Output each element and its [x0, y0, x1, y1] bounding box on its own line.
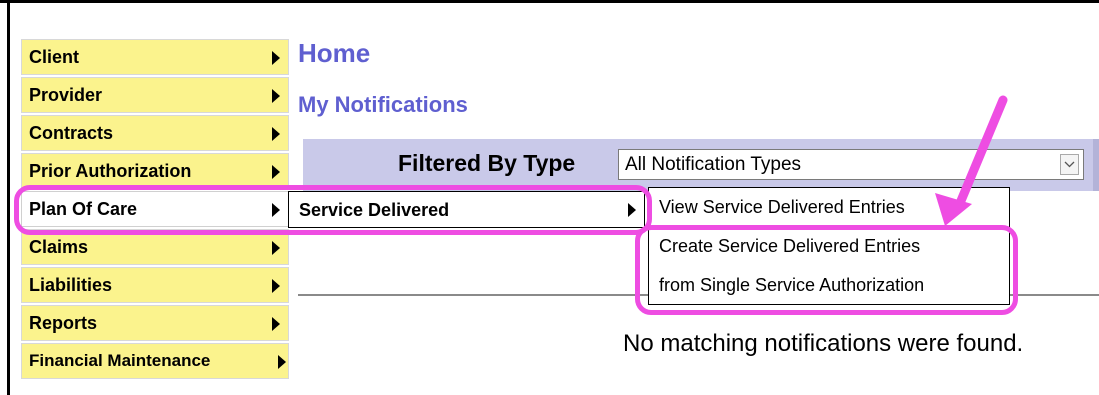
nav-item-label: Reports [29, 313, 98, 333]
nav-item-label: Contracts [29, 123, 114, 143]
caret-right-icon [272, 89, 280, 103]
nav-item-claims[interactable]: Claims [21, 229, 289, 265]
caret-right-icon [272, 127, 280, 141]
chevron-down-icon[interactable] [1060, 154, 1079, 175]
nav-item-label: Claims [29, 237, 89, 257]
caret-right-icon [272, 51, 280, 65]
nav-item-plan-of-care[interactable]: Plan Of Care [21, 191, 289, 227]
notification-type-select[interactable]: All Notification Types [618, 149, 1084, 180]
nav-item-financial-maintenance[interactable]: Financial Maintenance [21, 343, 289, 379]
filter-bar: Filtered By Type All Notification Types [303, 139, 1099, 191]
service-delivered-flyout: View Service Delivered Entries Create Se… [648, 187, 1010, 305]
caret-right-icon [272, 165, 280, 179]
submenu-label: Service Delivered [299, 200, 450, 220]
screenshot-frame-left [7, 0, 10, 395]
nav-item-provider[interactable]: Provider [21, 77, 289, 113]
caret-right-icon [272, 317, 280, 331]
menu-item-view-service-delivered[interactable]: View Service Delivered Entries [659, 197, 905, 218]
nav-item-client[interactable]: Client [21, 39, 289, 75]
nav-item-label: Provider [29, 85, 103, 105]
menu-item-from-single-authorization[interactable]: from Single Service Authorization [659, 275, 924, 296]
caret-right-icon [272, 279, 280, 293]
nav-item-label: Client [29, 47, 80, 67]
filter-bar-edge [1093, 139, 1099, 191]
nav-item-reports[interactable]: Reports [21, 305, 289, 341]
caret-right-icon [628, 203, 636, 217]
select-value: All Notification Types [625, 154, 802, 175]
nav-item-label: Financial Maintenance [29, 351, 211, 370]
menu-item-create-service-delivered[interactable]: Create Service Delivered Entries [659, 236, 920, 257]
nav-item-label: Liabilities [29, 275, 113, 295]
left-nav-menu: Client Provider Contracts Prior Authoriz… [21, 39, 289, 381]
nav-item-contracts[interactable]: Contracts [21, 115, 289, 151]
page-title: Home [298, 38, 371, 68]
nav-item-label: Plan Of Care [29, 199, 138, 219]
caret-right-icon [272, 203, 280, 217]
nav-item-label: Prior Authorization [29, 161, 192, 181]
screenshot-frame-top [0, 0, 1099, 3]
caret-right-icon [272, 241, 280, 255]
nav-item-prior-authorization[interactable]: Prior Authorization [21, 153, 289, 189]
nav-item-liabilities[interactable]: Liabilities [21, 267, 289, 303]
filter-label: Filtered By Type [398, 150, 576, 176]
caret-right-icon [278, 355, 286, 369]
section-title: My Notifications [298, 92, 468, 117]
submenu-service-delivered[interactable]: Service Delivered [288, 191, 645, 228]
empty-state-message: No matching notifications were found. [623, 330, 1024, 357]
